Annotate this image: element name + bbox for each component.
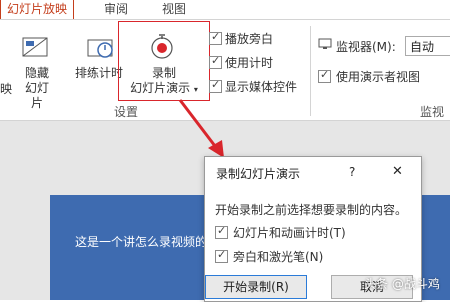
- start-recording-button[interactable]: 开始录制(R): [205, 275, 307, 299]
- slide-animation-timings-label: 幻灯片和动画计时(T): [233, 226, 346, 240]
- dialog-instruction: 开始录制之前选择想要录制的内容。: [215, 203, 408, 217]
- narration-laser-checkbox[interactable]: [215, 248, 228, 263]
- slide-animation-timings-checkbox[interactable]: [215, 224, 228, 239]
- watermark: 头条 @战斗鸡: [364, 277, 440, 291]
- narration-laser-label: 旁白和激光笔(N): [233, 250, 324, 264]
- help-button[interactable]: ?: [349, 165, 355, 179]
- close-icon[interactable]: ✕: [392, 164, 403, 179]
- dialog-title: 录制幻灯片演示: [216, 167, 301, 181]
